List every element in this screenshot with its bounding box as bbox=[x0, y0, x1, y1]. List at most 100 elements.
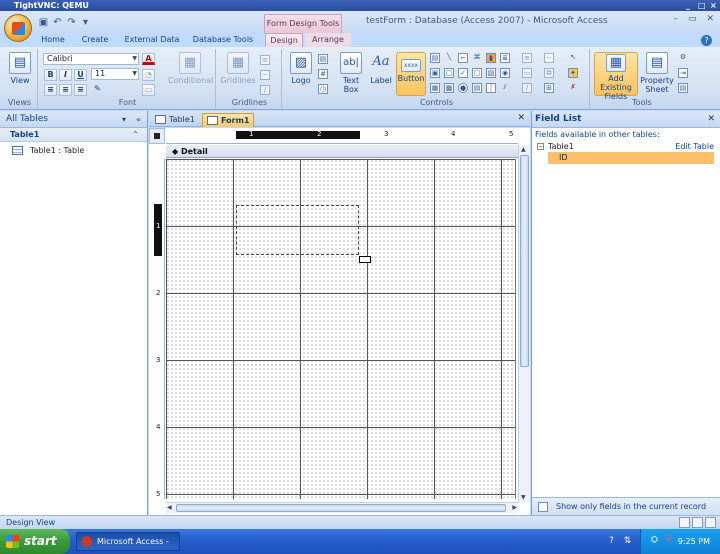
align-left-button[interactable]: ≡ bbox=[44, 84, 57, 96]
image-icon[interactable]: ▨ bbox=[486, 68, 496, 78]
scroll-left-icon[interactable]: ◀ bbox=[167, 504, 172, 511]
font-name-combo[interactable]: Calibri ▼ bbox=[43, 53, 139, 65]
select-icon[interactable]: ↖ bbox=[568, 53, 578, 63]
layout-view-icon[interactable] bbox=[692, 517, 703, 528]
paperclip-icon[interactable]: ⫽ bbox=[500, 83, 510, 93]
tab-home[interactable]: Home bbox=[38, 33, 68, 47]
vnc-close-button[interactable]: × bbox=[710, 0, 717, 11]
close-document-icon[interactable]: ✕ bbox=[517, 113, 525, 123]
control-drag-outline[interactable] bbox=[236, 205, 359, 255]
redo-icon[interactable]: ↷ bbox=[66, 17, 77, 28]
line-color-button[interactable]: ▭ bbox=[142, 84, 155, 96]
view-button[interactable]: ▤ View bbox=[6, 52, 34, 85]
add-existing-fields-button[interactable]: ▦ Add Existing Fields bbox=[594, 52, 638, 101]
nav-item-table1[interactable]: Table1 : Table bbox=[0, 144, 147, 158]
vnc-maximize-button[interactable]: □ bbox=[698, 0, 706, 11]
gridlines-button[interactable]: ▦ Gridlines bbox=[220, 52, 256, 85]
shutter-bar-icon[interactable]: « bbox=[136, 111, 141, 128]
title-icon[interactable]: ▤ bbox=[318, 54, 328, 64]
hyperlink-icon[interactable]: ⌘ bbox=[472, 53, 482, 63]
option-group-icon[interactable]: ▣ bbox=[430, 68, 440, 78]
close-icon[interactable]: ✕ bbox=[707, 111, 715, 128]
scroll-up-icon[interactable]: ▲ bbox=[521, 146, 526, 153]
delete-icon[interactable]: ✗ bbox=[568, 83, 578, 93]
line-type-icon[interactable]: ┄ bbox=[260, 70, 270, 80]
horizontal-scrollbar[interactable]: ◀ ▶ bbox=[166, 502, 518, 513]
vertical-ruler[interactable]: 1 2 3 4 5 bbox=[152, 159, 165, 499]
combo-box-icon[interactable]: ▤ bbox=[430, 53, 440, 63]
taskbar-item-access[interactable]: Microsoft Access - te... bbox=[76, 532, 180, 551]
page-numbers-icon[interactable]: # bbox=[318, 69, 328, 79]
tab-database-tools[interactable]: Database Tools bbox=[191, 33, 255, 47]
security-shield-icon[interactable]: ⛨ bbox=[663, 535, 674, 546]
option-button-icon[interactable]: ● bbox=[458, 83, 468, 93]
page-break-icon[interactable]: ┆ bbox=[486, 83, 496, 93]
restore-button[interactable]: ▭ bbox=[688, 14, 697, 24]
horizontal-ruler[interactable]: 1 2 3 4 5 bbox=[166, 128, 518, 144]
tab-design[interactable]: Design bbox=[265, 33, 303, 47]
vertical-scrollbar[interactable]: ▲ ▼ bbox=[518, 145, 530, 502]
form-view-icon[interactable] bbox=[679, 517, 690, 528]
align-right-button[interactable]: ≡ bbox=[74, 84, 87, 96]
date-time-icon[interactable]: ◷ bbox=[318, 84, 328, 94]
network-status-icon[interactable]: ⛭ bbox=[649, 535, 660, 546]
line-thickness-icon[interactable]: ≡ bbox=[260, 55, 270, 65]
detail-grid-canvas[interactable] bbox=[166, 159, 516, 499]
logo-button[interactable]: ▨ Logo bbox=[286, 52, 316, 85]
bold-button[interactable]: B bbox=[44, 69, 57, 81]
nav-header[interactable]: All Tables ▾ « bbox=[0, 111, 147, 128]
detail-section-header[interactable]: ◆ Detail bbox=[166, 145, 518, 158]
scroll-thumb[interactable] bbox=[176, 504, 506, 512]
scroll-right-icon[interactable]: ▶ bbox=[512, 504, 517, 511]
underline-button[interactable]: U bbox=[74, 69, 87, 81]
doc-tab-table1[interactable]: Table1 bbox=[151, 113, 201, 127]
minimize-button[interactable]: – bbox=[673, 14, 678, 24]
tab-order-icon[interactable]: ⇥ bbox=[678, 68, 688, 78]
close-button[interactable]: ✕ bbox=[706, 14, 714, 24]
unbound-object-icon[interactable]: ◉ bbox=[500, 68, 510, 78]
line-icon[interactable]: ╲ bbox=[444, 53, 454, 63]
set-control-defaults-icon[interactable]: ⧉ bbox=[544, 68, 554, 78]
collapse-icon[interactable]: − bbox=[537, 143, 544, 150]
tab-arrange[interactable]: Arrange bbox=[305, 33, 351, 47]
align-center-button[interactable]: ≡ bbox=[59, 84, 72, 96]
undo-icon[interactable]: ↶ bbox=[52, 17, 63, 28]
property-sheet-button[interactable]: ▤ Property Sheet bbox=[640, 52, 674, 94]
line-type-2-icon[interactable]: ┄ bbox=[544, 53, 554, 63]
tab-control-icon[interactable]: ⌐ bbox=[458, 53, 468, 63]
scroll-down-icon[interactable]: ▼ bbox=[521, 494, 526, 501]
insert-activex-icon[interactable]: ⊞ bbox=[544, 83, 554, 93]
scroll-thumb[interactable] bbox=[520, 155, 529, 367]
line-thickness-2-icon[interactable]: ≡ bbox=[522, 53, 532, 63]
conditional-button[interactable]: ▦ Conditional bbox=[168, 52, 213, 85]
customize-qat-icon[interactable]: ▾ bbox=[80, 17, 91, 28]
line-color-2-icon[interactable]: ∕ bbox=[522, 83, 532, 93]
help-tray-icon[interactable]: ? bbox=[606, 536, 617, 547]
field-item-id[interactable]: ID bbox=[548, 152, 714, 164]
chart-icon[interactable]: ▮ bbox=[486, 53, 496, 63]
label-button[interactable]: Aa Label bbox=[368, 52, 394, 85]
rectangle-icon[interactable]: □ bbox=[444, 68, 454, 78]
doc-tab-form1[interactable]: Form1 bbox=[202, 113, 254, 127]
button-control-button[interactable]: xxxx Button bbox=[396, 52, 426, 96]
nav-group-header[interactable]: Table1 ⌃ bbox=[0, 128, 147, 142]
fill-color-button[interactable]: ◔ bbox=[142, 69, 155, 81]
bound-object-icon[interactable]: ▢ bbox=[472, 68, 482, 78]
form-selector[interactable] bbox=[149, 128, 165, 144]
office-button[interactable] bbox=[4, 14, 32, 42]
vnc-minimize-button[interactable]: _ bbox=[686, 0, 690, 11]
attachment-icon[interactable]: ▩ bbox=[444, 83, 454, 93]
save-icon[interactable]: ▣ bbox=[38, 17, 49, 28]
code-icon[interactable]: ⚙ bbox=[678, 53, 688, 63]
network-tray-icon[interactable]: ⇅ bbox=[622, 536, 633, 547]
format-painter-icon[interactable]: ✎ bbox=[91, 84, 104, 96]
chevron-down-icon[interactable]: ▾ bbox=[122, 111, 126, 128]
collapse-icon[interactable]: ⌃ bbox=[132, 128, 139, 142]
view-code-icon[interactable]: ▤ bbox=[678, 83, 688, 93]
tab-external-data[interactable]: External Data bbox=[122, 33, 182, 47]
font-size-combo[interactable]: 11 ▼ bbox=[91, 68, 139, 80]
special-effect-icon[interactable]: ▭ bbox=[522, 68, 532, 78]
checkbox-icon[interactable]: ✓ bbox=[458, 68, 468, 78]
subform-icon[interactable]: ▤ bbox=[472, 83, 482, 93]
list-box-icon[interactable]: ≣ bbox=[500, 53, 510, 63]
